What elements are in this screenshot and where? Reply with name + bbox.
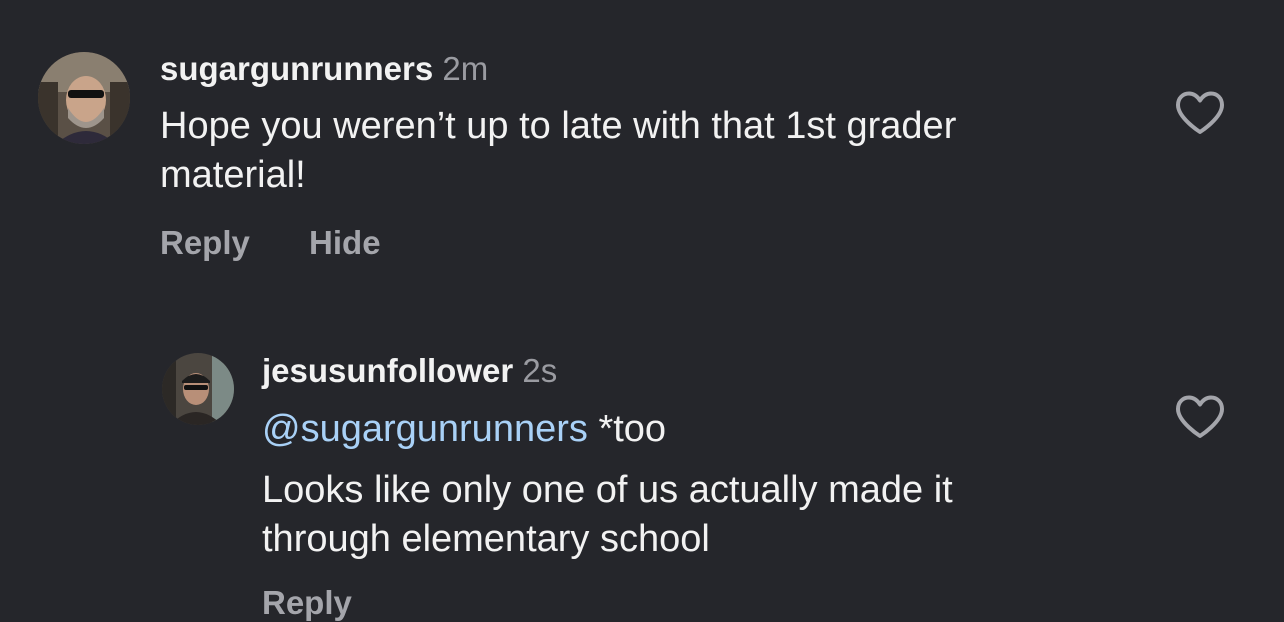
heart-outline-icon bbox=[1176, 91, 1224, 134]
comment-timestamp: 2m bbox=[442, 50, 489, 87]
comment-text-line: Looks like only one of us actually made … bbox=[262, 469, 953, 511]
comment-timestamp: 2s bbox=[522, 352, 558, 389]
comment-username[interactable]: jesusunfollower bbox=[262, 352, 513, 389]
avatar-photo bbox=[38, 52, 130, 144]
comment-actions: Reply Hide bbox=[160, 224, 431, 262]
mention-link[interactable]: @sugargunrunners bbox=[262, 408, 588, 450]
comment-text-line: through elementary school bbox=[262, 518, 710, 560]
reply-button[interactable]: Reply bbox=[160, 224, 250, 261]
comment-text: @sugargunrunners *too Looks like only on… bbox=[262, 405, 953, 564]
heart-outline-icon bbox=[1176, 395, 1224, 438]
comment-text: Hope you weren’t up to late with that 1s… bbox=[160, 102, 956, 200]
comment-text-inline: *too bbox=[587, 408, 667, 450]
comment-text-line: Hope you weren’t up to late with that 1s… bbox=[160, 105, 957, 147]
like-button[interactable] bbox=[1174, 90, 1226, 136]
comment-actions: Reply bbox=[262, 584, 402, 622]
comment-text-line: material! bbox=[160, 154, 306, 196]
avatar-photo bbox=[162, 353, 234, 425]
reply-button[interactable]: Reply bbox=[262, 584, 352, 621]
hide-button[interactable]: Hide bbox=[309, 224, 381, 261]
like-button[interactable] bbox=[1174, 394, 1226, 440]
comment-username[interactable]: sugargunrunners bbox=[160, 50, 433, 87]
avatar[interactable] bbox=[162, 353, 234, 425]
avatar[interactable] bbox=[38, 52, 130, 144]
